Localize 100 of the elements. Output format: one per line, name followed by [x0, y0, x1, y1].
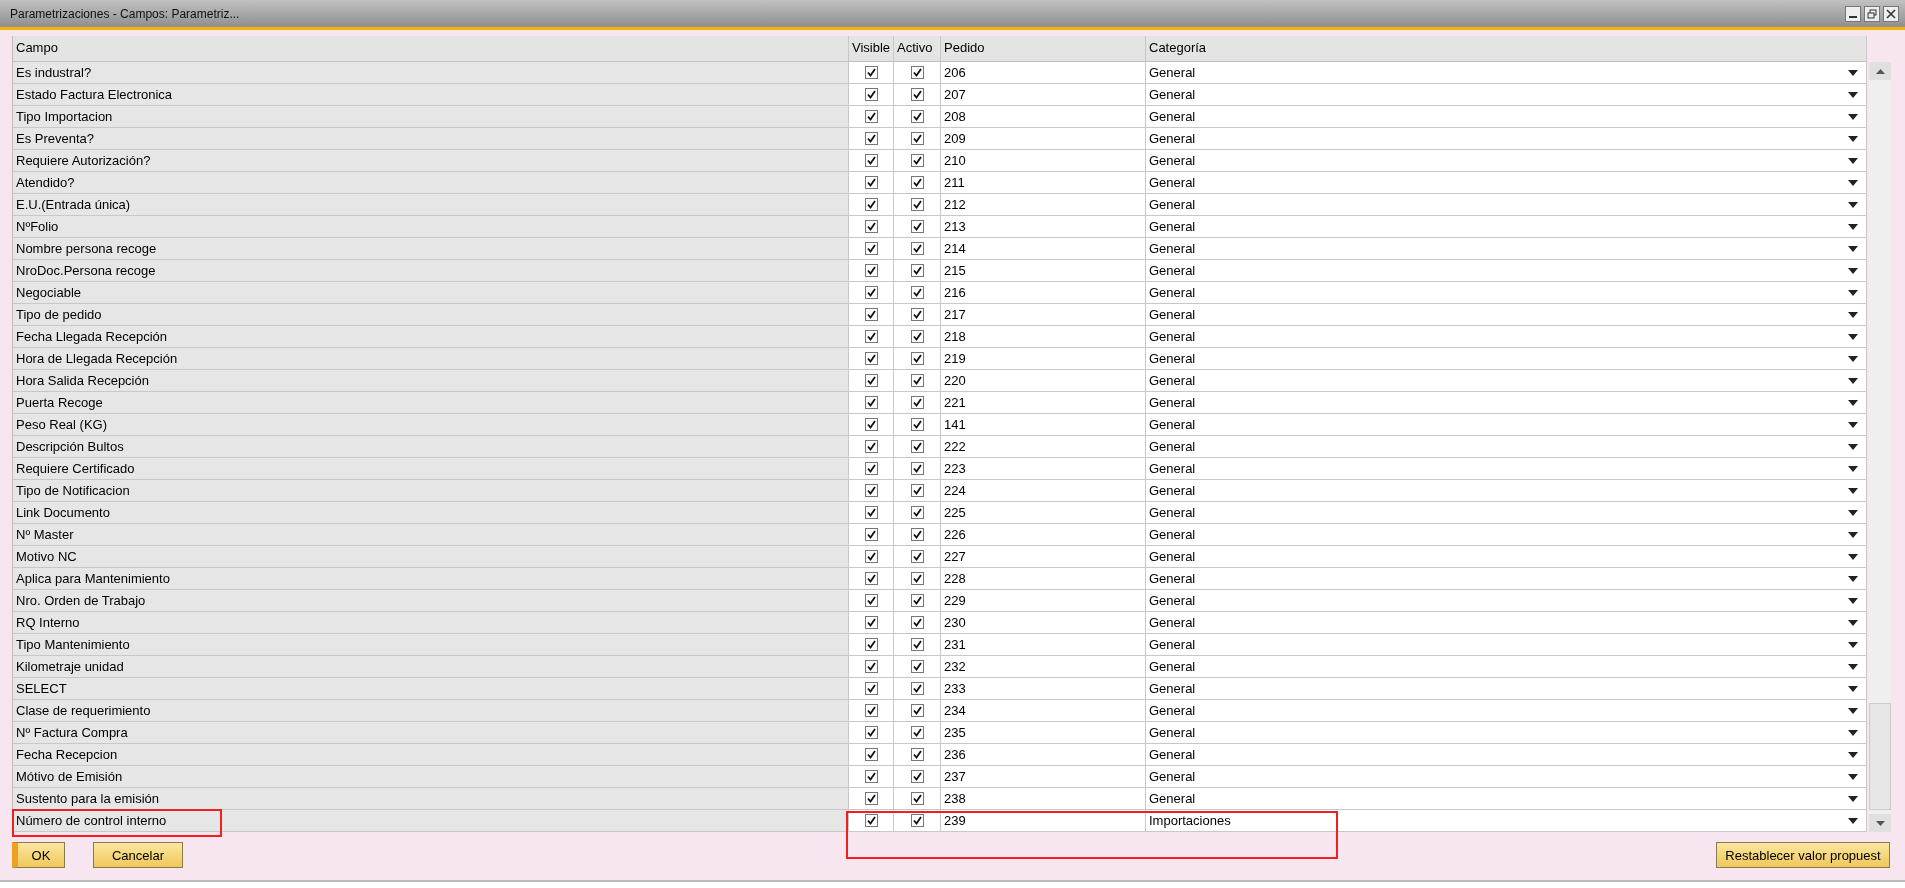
dropdown-field[interactable]: General	[1146, 634, 1867, 656]
checkbox[interactable]	[864, 330, 878, 343]
checkbox[interactable]	[910, 594, 924, 607]
dropdown-arrow-icon[interactable]	[1848, 597, 1858, 604]
dropdown-field[interactable]: General	[1146, 128, 1867, 150]
checkbox[interactable]	[864, 132, 878, 145]
dropdown-field[interactable]: General	[1146, 282, 1867, 304]
checkbox[interactable]	[910, 814, 924, 827]
dropdown-arrow-icon[interactable]	[1848, 179, 1858, 186]
dropdown-arrow-icon[interactable]	[1848, 707, 1858, 714]
dropdown-arrow-icon[interactable]	[1848, 157, 1858, 164]
scroll-thumb[interactable]	[1869, 703, 1891, 810]
dropdown-arrow-icon[interactable]	[1848, 399, 1858, 406]
checkbox[interactable]	[864, 528, 878, 541]
checkbox[interactable]	[864, 572, 878, 585]
dropdown-arrow-icon[interactable]	[1848, 113, 1858, 120]
dropdown-field[interactable]: General	[1146, 458, 1867, 480]
checkbox[interactable]	[910, 264, 924, 277]
dropdown-field[interactable]: General	[1146, 216, 1867, 238]
checkbox[interactable]	[864, 352, 878, 365]
close-button[interactable]	[1883, 5, 1899, 22]
dropdown-arrow-icon[interactable]	[1848, 531, 1858, 538]
dropdown-field[interactable]: General	[1146, 304, 1867, 326]
dropdown-field[interactable]: General	[1146, 370, 1867, 392]
dropdown-field[interactable]: General	[1146, 62, 1867, 84]
checkbox[interactable]	[910, 132, 924, 145]
checkbox[interactable]	[910, 242, 924, 255]
checkbox[interactable]	[910, 528, 924, 541]
checkbox[interactable]	[864, 418, 878, 431]
dropdown-field[interactable]: General	[1146, 84, 1867, 106]
dropdown-arrow-icon[interactable]	[1848, 135, 1858, 142]
checkbox[interactable]	[910, 352, 924, 365]
dropdown-field[interactable]: General	[1146, 722, 1867, 744]
dropdown-field[interactable]: General	[1146, 744, 1867, 766]
checkbox[interactable]	[864, 396, 878, 409]
checkbox[interactable]	[864, 616, 878, 629]
dropdown-arrow-icon[interactable]	[1848, 69, 1858, 76]
checkbox[interactable]	[910, 704, 924, 717]
checkbox[interactable]	[910, 374, 924, 387]
dropdown-field[interactable]: General	[1146, 700, 1867, 722]
checkbox[interactable]	[910, 550, 924, 563]
checkbox[interactable]	[864, 374, 878, 387]
checkbox[interactable]	[910, 506, 924, 519]
checkbox[interactable]	[864, 550, 878, 563]
checkbox[interactable]	[864, 440, 878, 453]
checkbox[interactable]	[910, 176, 924, 189]
checkbox[interactable]	[864, 462, 878, 475]
dropdown-field[interactable]: General	[1146, 568, 1867, 590]
dropdown-arrow-icon[interactable]	[1848, 289, 1858, 296]
dropdown-arrow-icon[interactable]	[1848, 487, 1858, 494]
cancel-button[interactable]: Cancelar	[93, 842, 183, 868]
checkbox[interactable]	[864, 242, 878, 255]
checkbox[interactable]	[910, 418, 924, 431]
column-header[interactable]: Categoría	[1146, 36, 1867, 62]
checkbox[interactable]	[864, 682, 878, 695]
checkbox[interactable]	[910, 616, 924, 629]
checkbox[interactable]	[864, 286, 878, 299]
dropdown-arrow-icon[interactable]	[1848, 663, 1858, 670]
checkbox[interactable]	[910, 396, 924, 409]
checkbox[interactable]	[910, 682, 924, 695]
checkbox[interactable]	[864, 264, 878, 277]
checkbox[interactable]	[910, 572, 924, 585]
dropdown-arrow-icon[interactable]	[1848, 773, 1858, 780]
dropdown-arrow-icon[interactable]	[1848, 751, 1858, 758]
dropdown-arrow-icon[interactable]	[1848, 465, 1858, 472]
checkbox[interactable]	[910, 484, 924, 497]
checkbox[interactable]	[864, 638, 878, 651]
checkbox[interactable]	[864, 506, 878, 519]
checkbox[interactable]	[910, 792, 924, 805]
checkbox[interactable]	[864, 770, 878, 783]
checkbox[interactable]	[910, 660, 924, 673]
checkbox[interactable]	[910, 88, 924, 101]
checkbox[interactable]	[910, 110, 924, 123]
checkbox[interactable]	[864, 66, 878, 79]
checkbox[interactable]	[864, 88, 878, 101]
dropdown-field[interactable]: General	[1146, 524, 1867, 546]
checkbox[interactable]	[864, 308, 878, 321]
dropdown-arrow-icon[interactable]	[1848, 267, 1858, 274]
dropdown-field[interactable]: General	[1146, 106, 1867, 128]
checkbox[interactable]	[864, 726, 878, 739]
ok-button[interactable]: OK	[12, 842, 65, 868]
dropdown-field[interactable]: General	[1146, 678, 1867, 700]
checkbox[interactable]	[864, 154, 878, 167]
checkbox[interactable]	[910, 770, 924, 783]
checkbox[interactable]	[910, 462, 924, 475]
dropdown-arrow-icon[interactable]	[1848, 509, 1858, 516]
checkbox[interactable]	[864, 660, 878, 673]
checkbox[interactable]	[864, 220, 878, 233]
dropdown-field[interactable]: General	[1146, 172, 1867, 194]
dropdown-field[interactable]: General	[1146, 238, 1867, 260]
dropdown-field[interactable]: General	[1146, 392, 1867, 414]
dropdown-arrow-icon[interactable]	[1848, 619, 1858, 626]
column-header[interactable]: Pedido	[941, 36, 1146, 62]
dropdown-field[interactable]: Importaciones	[1146, 810, 1867, 832]
checkbox[interactable]	[910, 330, 924, 343]
checkbox[interactable]	[910, 308, 924, 321]
checkbox[interactable]	[864, 594, 878, 607]
dropdown-arrow-icon[interactable]	[1848, 817, 1858, 824]
checkbox[interactable]	[910, 220, 924, 233]
minimize-button[interactable]	[1845, 5, 1861, 22]
